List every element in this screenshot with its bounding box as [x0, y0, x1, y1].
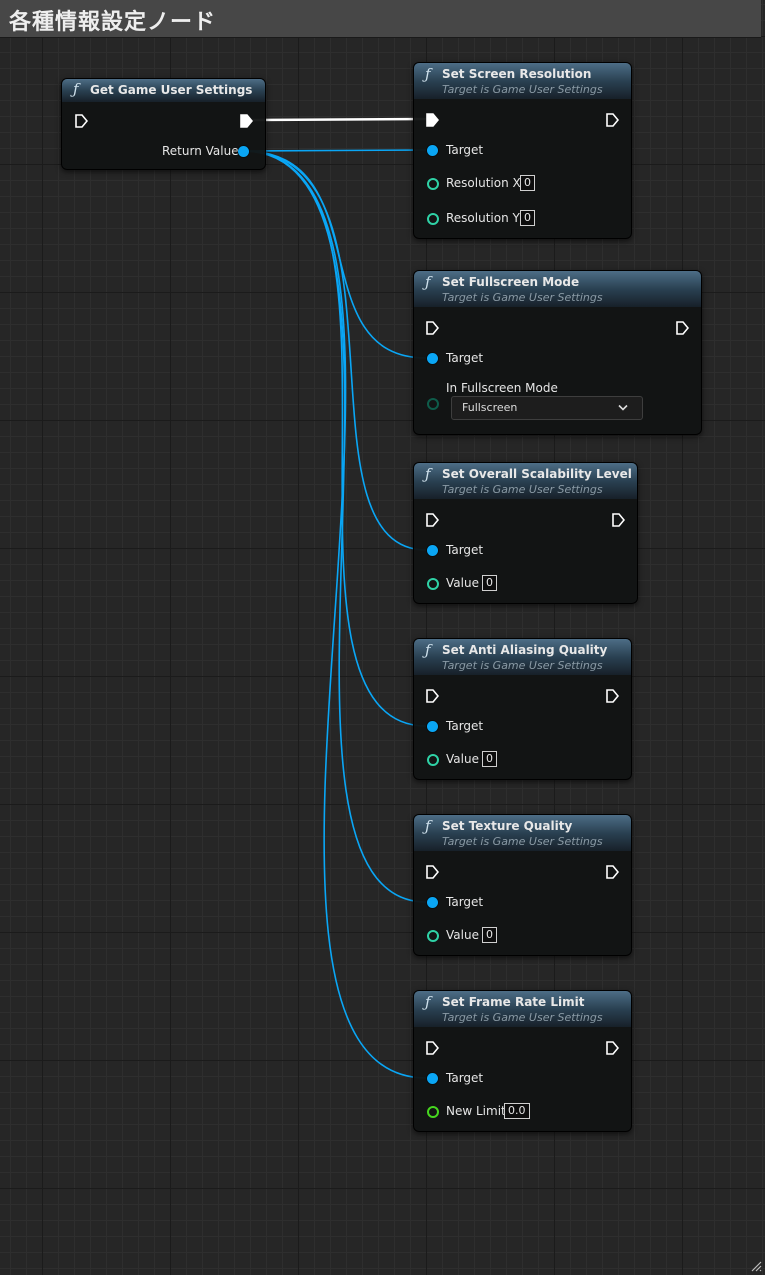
resize-grip-icon[interactable] [750, 1260, 762, 1272]
exec-in-pin-icon[interactable] [426, 321, 439, 335]
target-wire-texture[interactable] [242, 150, 427, 903]
exec-in-pin-icon[interactable] [75, 114, 88, 128]
function-icon: ƒ [425, 817, 431, 835]
node-subtitle: Target is Game User Settings [442, 483, 603, 496]
target-pin-icon[interactable] [427, 353, 438, 364]
exec-out-pin-icon[interactable] [606, 865, 619, 879]
target-label: Target [446, 543, 484, 557]
node-subtitle: Target is Game User Settings [442, 659, 603, 672]
node-set-anti-aliasing-quality[interactable]: ƒ Set Anti Aliasing Quality Target is Ga… [413, 638, 632, 780]
target-pin-icon[interactable] [427, 1073, 438, 1084]
wire-layer [242, 117, 427, 1079]
exec-out-pin-icon[interactable] [606, 1041, 619, 1055]
resolution-x-label: Resolution X [446, 176, 521, 190]
exec-wire[interactable] [251, 117, 427, 122]
value-label: Value [446, 752, 479, 766]
graph-title-bar: 各種情報設定ノード [0, 0, 761, 38]
node-set-texture-quality[interactable]: ƒ Set Texture Quality Target is Game Use… [413, 814, 632, 956]
new-limit-input[interactable]: 0.0 [504, 1103, 530, 1119]
chevron-down-icon [618, 404, 628, 411]
exec-out-pin-icon[interactable] [606, 689, 619, 703]
function-icon: ƒ [425, 465, 431, 483]
resolution-x-pin-icon[interactable] [427, 178, 439, 190]
node-subtitle: Target is Game User Settings [442, 291, 603, 304]
return-value-label: Return Value [162, 144, 239, 158]
target-label: Target [446, 1071, 484, 1085]
value-input[interactable]: 0 [482, 751, 497, 767]
resolution-y-pin-icon[interactable] [427, 213, 439, 225]
value-label: Value [446, 928, 479, 942]
node-title: Get Game User Settings [90, 83, 253, 97]
target-label: Target [446, 719, 484, 733]
target-label: Target [446, 895, 484, 909]
value-pin-icon[interactable] [427, 930, 439, 942]
target-label: Target [446, 351, 484, 365]
page-title: 各種情報設定ノード [9, 10, 217, 35]
value-input[interactable]: 0 [482, 927, 497, 943]
target-wire-scalability[interactable] [242, 150, 427, 551]
function-icon: ƒ [425, 273, 431, 291]
node-set-screen-resolution[interactable]: ƒ Set Screen Resolution Target is Game U… [413, 62, 632, 239]
resolution-x-input[interactable]: 0 [520, 175, 535, 191]
target-pin-icon[interactable] [427, 145, 438, 156]
exec-in-pin-icon[interactable] [426, 1041, 439, 1055]
fullscreen-mode-dropdown[interactable]: Fullscreen [451, 396, 643, 420]
target-pin-icon[interactable] [427, 545, 438, 556]
node-title: Set Screen Resolution [442, 67, 592, 81]
resolution-y-label: Resolution Y [446, 211, 520, 225]
target-label: Target [446, 143, 484, 157]
target-pin-icon[interactable] [427, 721, 438, 732]
target-wire-framerate[interactable] [242, 150, 427, 1079]
resolution-y-input[interactable]: 0 [520, 210, 535, 226]
node-title: Set Anti Aliasing Quality [442, 643, 608, 657]
exec-in-pin-icon[interactable] [426, 513, 439, 527]
target-pin-icon[interactable] [427, 897, 438, 908]
function-icon: ƒ [73, 80, 79, 98]
function-icon: ƒ [425, 65, 431, 83]
value-pin-icon[interactable] [427, 754, 439, 766]
node-get-game-user-settings[interactable]: ƒ Get Game User Settings Return Value [61, 78, 266, 170]
node-title: Set Texture Quality [442, 819, 573, 833]
node-set-frame-rate-limit[interactable]: ƒ Set Frame Rate Limit Target is Game Us… [413, 990, 632, 1132]
node-subtitle: Target is Game User Settings [442, 1011, 603, 1024]
target-wire-aa[interactable] [242, 150, 427, 727]
node-title: Set Frame Rate Limit [442, 995, 585, 1009]
fullscreen-mode-pin-icon[interactable] [427, 398, 439, 410]
value-input[interactable]: 0 [482, 575, 497, 591]
target-wire-fullscreen[interactable] [242, 150, 427, 359]
exec-out-pin-icon[interactable] [240, 114, 253, 128]
new-limit-pin-icon[interactable] [427, 1106, 439, 1118]
exec-in-pin-icon[interactable] [426, 689, 439, 703]
value-label: Value [446, 576, 479, 590]
exec-out-pin-icon[interactable] [612, 513, 625, 527]
exec-in-pin-icon[interactable] [426, 865, 439, 879]
node-title: Set Overall Scalability Level [442, 467, 632, 481]
exec-in-pin-icon[interactable] [426, 113, 439, 127]
node-subtitle: Target is Game User Settings [442, 835, 603, 848]
fullscreen-mode-label: In Fullscreen Mode [446, 381, 558, 395]
fullscreen-mode-value: Fullscreen [462, 401, 518, 414]
function-icon: ƒ [425, 993, 431, 1011]
return-value-pin-icon[interactable] [238, 146, 249, 157]
function-icon: ƒ [425, 641, 431, 659]
exec-out-pin-icon[interactable] [676, 321, 689, 335]
node-set-fullscreen-mode[interactable]: ƒ Set Fullscreen Mode Target is Game Use… [413, 270, 702, 435]
node-subtitle: Target is Game User Settings [442, 83, 603, 96]
node-set-overall-scalability-level[interactable]: ƒ Set Overall Scalability Level Target i… [413, 462, 638, 604]
node-title: Set Fullscreen Mode [442, 275, 580, 289]
value-pin-icon[interactable] [427, 578, 439, 590]
new-limit-label: New Limit [446, 1104, 506, 1118]
exec-out-pin-icon[interactable] [606, 113, 619, 127]
target-wire-resolution[interactable] [242, 149, 427, 152]
